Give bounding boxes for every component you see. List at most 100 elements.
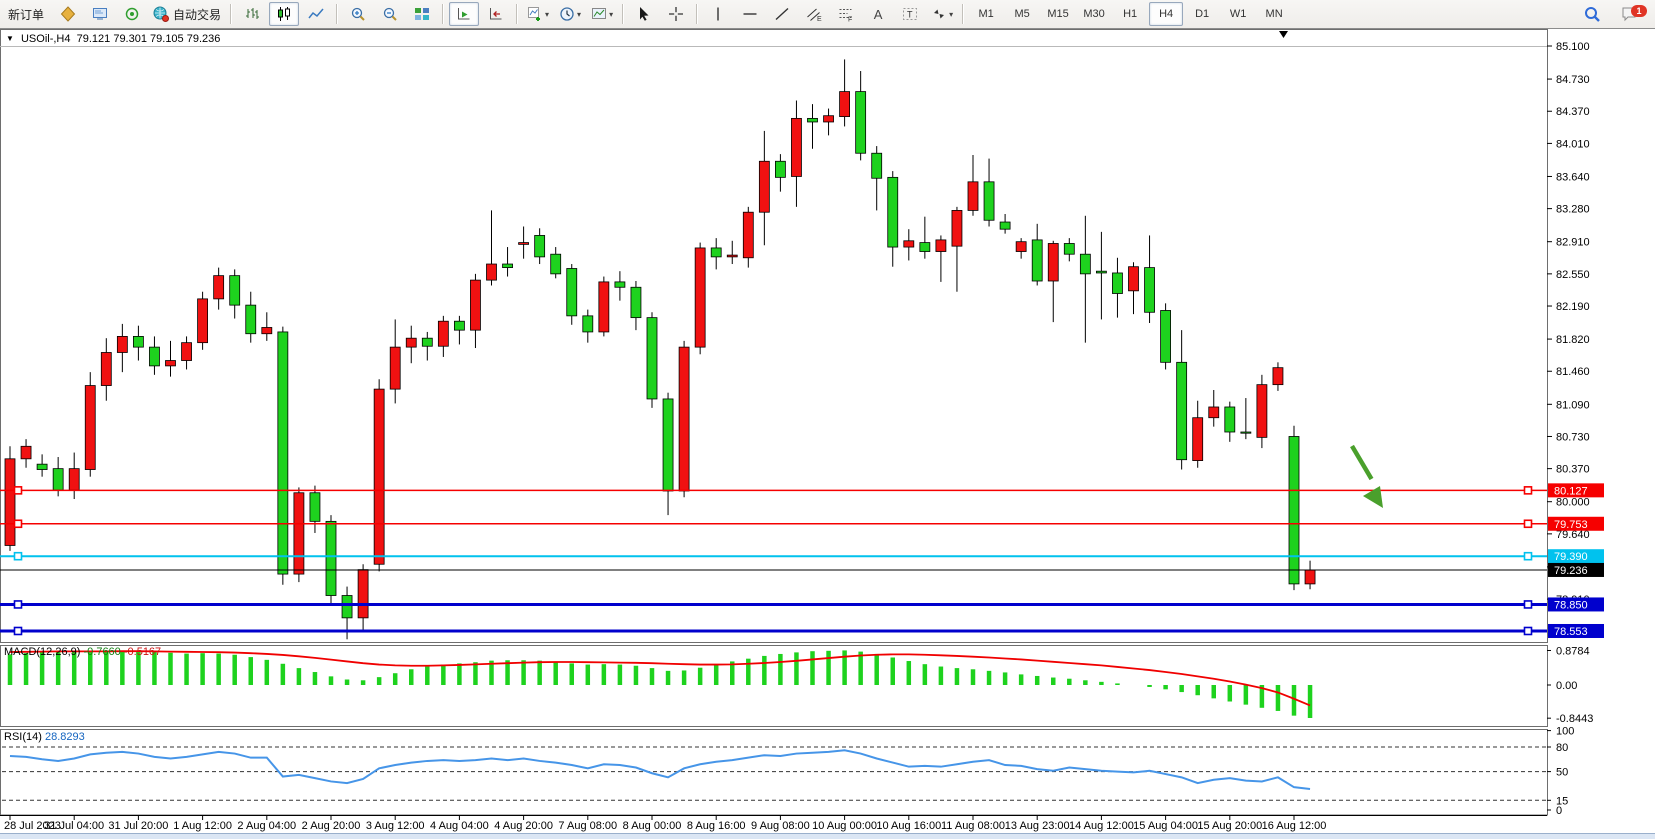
price-axis-label: 85.100 — [1556, 41, 1590, 53]
candlestick — [230, 276, 240, 305]
line-chart-button[interactable] — [301, 2, 331, 26]
timeframe-button-mn[interactable]: MN — [1257, 2, 1291, 26]
candlestick — [631, 287, 641, 317]
candlestick — [791, 118, 801, 176]
timeframe-button-h1[interactable]: H1 — [1113, 2, 1147, 26]
time-axis-label: 8 Aug 16:00 — [687, 820, 746, 832]
candlestick — [422, 338, 432, 346]
fibonacci-button[interactable]: F — [831, 2, 861, 26]
line-handle[interactable] — [15, 553, 22, 560]
candlestick — [888, 177, 898, 247]
chart-wizard-button[interactable] — [53, 2, 83, 26]
time-axis-label: 15 Aug 04:00 — [1133, 820, 1198, 832]
time-axis-label: 31 Jul 20:00 — [108, 820, 168, 832]
auto-trading-button[interactable]: 自动交易 — [149, 2, 225, 26]
new-order-button[interactable]: 新订单 — [1, 2, 51, 26]
candlestick — [1273, 368, 1283, 385]
candlestick — [1112, 273, 1122, 294]
candlestick — [1032, 240, 1042, 281]
line-handle[interactable] — [15, 520, 22, 527]
zoom-out-button[interactable] — [375, 2, 405, 26]
cursor-button[interactable] — [629, 2, 659, 26]
periods-button[interactable]: ▾ — [555, 2, 585, 26]
candlestick — [743, 212, 753, 258]
bar-chart-button[interactable] — [237, 2, 267, 26]
candlestick — [1241, 432, 1251, 433]
indicators-button[interactable]: ▾ — [523, 2, 553, 26]
candlestick — [390, 347, 400, 389]
news-button[interactable] — [117, 2, 147, 26]
toolbar-separator — [622, 4, 624, 24]
crosshair-button[interactable] — [661, 2, 691, 26]
search-button[interactable] — [1577, 2, 1607, 26]
candlestick — [1161, 310, 1171, 362]
auto-scroll-icon — [456, 6, 472, 22]
candlestick — [438, 321, 448, 346]
templates-button[interactable]: ▾ — [587, 2, 617, 26]
candlestick — [21, 446, 31, 459]
chart-area[interactable]: 85.10084.73084.37084.01083.64083.28082.9… — [0, 28, 1655, 838]
rsi-value: 28.8293 — [45, 731, 85, 743]
time-axis-label: 8 Aug 00:00 — [623, 820, 682, 832]
candlestick — [711, 248, 721, 257]
candlestick — [1193, 418, 1203, 461]
zoom-in-button[interactable] — [343, 2, 373, 26]
toolbar-separator — [962, 4, 964, 24]
line-handle[interactable] — [1525, 553, 1532, 560]
text-label-icon: T — [902, 6, 918, 22]
line-handle[interactable] — [15, 627, 22, 634]
horizontal-line-button[interactable] — [735, 2, 765, 26]
candlestick — [1289, 436, 1299, 583]
chart-shift-button[interactable] — [481, 2, 511, 26]
chat-button[interactable]: 1 — [1614, 2, 1644, 26]
candlestick — [406, 338, 416, 347]
candlestick — [583, 316, 593, 332]
indicators-icon — [527, 6, 543, 22]
line-handle[interactable] — [1525, 520, 1532, 527]
candlestick — [840, 92, 850, 117]
time-axis-label: 10 Aug 16:00 — [876, 820, 941, 832]
text-button[interactable]: A — [863, 2, 893, 26]
line-handle[interactable] — [1525, 487, 1532, 494]
price-axis-label: 81.460 — [1556, 366, 1590, 378]
candlestick — [647, 318, 657, 399]
timeframe-button-w1[interactable]: W1 — [1221, 2, 1255, 26]
horizontal-scrollbar[interactable] — [0, 833, 1655, 839]
candlestick — [101, 352, 111, 385]
timeframe-button-m30[interactable]: M30 — [1077, 2, 1111, 26]
tile-windows-button[interactable] — [407, 2, 437, 26]
candlestick — [775, 161, 785, 177]
equidistant-channel-button[interactable]: E — [799, 2, 829, 26]
text-label-button[interactable]: T — [895, 2, 925, 26]
auto-scroll-button[interactable] — [449, 2, 479, 26]
line-handle[interactable] — [1525, 627, 1532, 634]
arrows-icon — [931, 6, 947, 22]
line-handle[interactable] — [1525, 601, 1532, 608]
timeframe-button-d1[interactable]: D1 — [1185, 2, 1219, 26]
line-chart-icon — [308, 6, 324, 22]
candlestick-chart-button[interactable] — [269, 2, 299, 26]
candlestick — [326, 521, 336, 595]
svg-text:F: F — [848, 17, 852, 23]
chevron-down-icon: ▾ — [545, 10, 549, 19]
line-handle[interactable] — [15, 601, 22, 608]
terminal-button[interactable] — [85, 2, 115, 26]
timeframe-button-h4[interactable]: H4 — [1149, 2, 1183, 26]
time-axis-label: 15 Aug 20:00 — [1197, 820, 1262, 832]
arrows-button[interactable]: ▾ — [927, 2, 957, 26]
vertical-line-button[interactable] — [703, 2, 733, 26]
timeframe-button-m15[interactable]: M15 — [1041, 2, 1075, 26]
candlestick — [1080, 254, 1090, 274]
price-axis-label: 80.730 — [1556, 431, 1590, 443]
one-click-trading-toggle-icon[interactable]: ▼ — [6, 34, 14, 43]
trendline-button[interactable] — [767, 2, 797, 26]
candlestick — [856, 92, 866, 154]
chevron-down-icon: ▾ — [949, 10, 953, 19]
timeframe-button-m5[interactable]: M5 — [1005, 2, 1039, 26]
zoom-in-icon — [350, 6, 366, 22]
candlestick — [53, 469, 63, 490]
candlestick — [470, 280, 480, 330]
timeframe-button-m1[interactable]: M1 — [969, 2, 1003, 26]
search-icon — [1583, 5, 1601, 23]
line-handle[interactable] — [15, 487, 22, 494]
